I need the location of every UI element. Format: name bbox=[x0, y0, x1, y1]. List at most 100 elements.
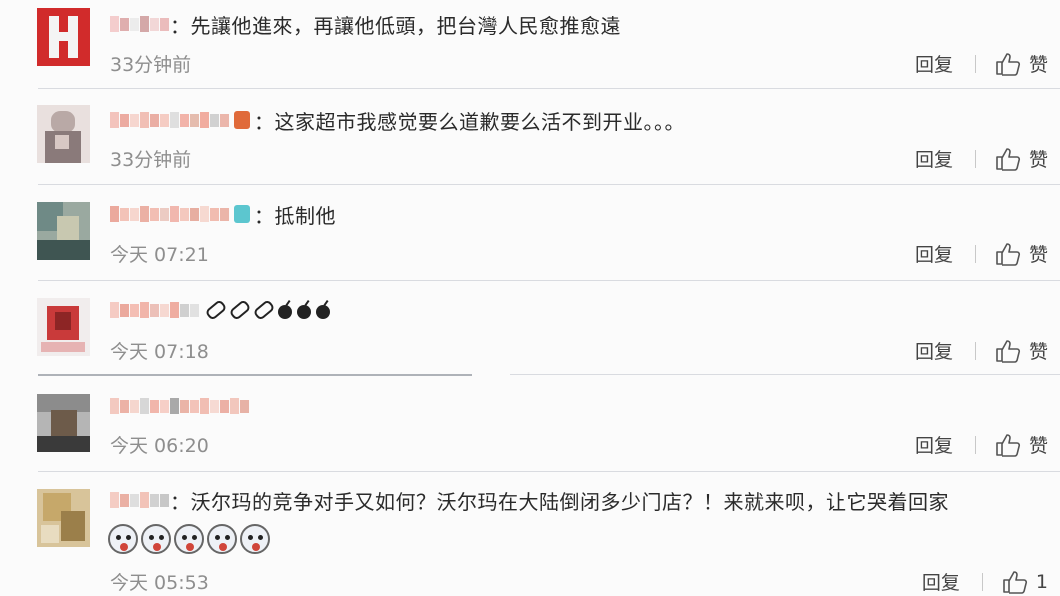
username-blurred[interactable] bbox=[110, 488, 170, 512]
timestamp: 33分钟前 bbox=[110, 54, 192, 76]
divider bbox=[38, 184, 1060, 185]
reply-button[interactable]: 回复 bbox=[915, 240, 953, 267]
comment-actions: 回复 赞 bbox=[915, 337, 1048, 364]
like-button[interactable]: 赞 bbox=[995, 431, 1048, 458]
username-blurred[interactable] bbox=[110, 298, 200, 322]
username-blurred[interactable] bbox=[110, 394, 250, 418]
thumbs-up-icon bbox=[996, 339, 1021, 363]
bomb-emoji-icon bbox=[297, 305, 311, 319]
blurred-username-pixel bbox=[140, 206, 149, 222]
blurred-username-pixel bbox=[200, 398, 209, 414]
blurred-username-pixel bbox=[220, 207, 229, 221]
pill-emoji-icon bbox=[204, 298, 228, 322]
avatar-block bbox=[41, 525, 59, 543]
comment-line: ：沃尔玛的竞争对手又如何？沃尔玛在大陆倒闭多少门店？！来就来呗，让它哭着回家 bbox=[110, 485, 949, 515]
reply-button[interactable]: 回复 bbox=[915, 337, 953, 364]
username-blurred[interactable] bbox=[110, 202, 230, 226]
blurred-username-pixel bbox=[220, 113, 229, 127]
avatar-block bbox=[55, 312, 71, 330]
blurred-username-pixel bbox=[160, 493, 169, 507]
crying-face-emoji-icon bbox=[141, 524, 171, 554]
blurred-username-pixel bbox=[240, 399, 249, 413]
comment-actions: 回复 赞 bbox=[915, 50, 1048, 77]
like-button[interactable]: 1 bbox=[1002, 570, 1048, 594]
blurred-username-pixel bbox=[110, 206, 119, 222]
blurred-username-pixel bbox=[190, 207, 199, 221]
avatar-block bbox=[51, 111, 75, 133]
blurred-username-pixel bbox=[120, 207, 129, 221]
divider bbox=[38, 471, 1060, 472]
blurred-username-pixel bbox=[200, 112, 209, 128]
blurred-username-pixel bbox=[180, 207, 189, 221]
crying-face-emoji-icon bbox=[108, 524, 138, 554]
emoji-row bbox=[108, 524, 273, 554]
separator bbox=[974, 149, 976, 168]
blurred-username-pixel bbox=[170, 206, 179, 222]
blurred-username-pixel bbox=[150, 207, 159, 221]
blurred-username-pixel bbox=[110, 492, 119, 508]
blurred-username-pixel bbox=[170, 398, 179, 414]
blurred-username-pixel bbox=[220, 399, 229, 413]
blurred-username-pixel bbox=[160, 17, 169, 31]
like-button[interactable]: 赞 bbox=[995, 50, 1048, 77]
blurred-username-pixel bbox=[140, 492, 149, 508]
vip-badge-icon bbox=[234, 205, 250, 223]
blurred-username-pixel bbox=[180, 113, 189, 127]
avatar[interactable] bbox=[37, 298, 90, 356]
blurred-username-pixel bbox=[130, 113, 139, 127]
comment-line: ：这家超市我感觉要么道歉要么活不到开业。。。 bbox=[110, 105, 685, 135]
username-blurred[interactable] bbox=[110, 108, 230, 132]
crying-face-emoji-icon bbox=[174, 524, 204, 554]
separator bbox=[974, 244, 976, 263]
vip-badge-icon bbox=[234, 111, 250, 129]
blurred-username-pixel bbox=[190, 113, 199, 127]
blurred-username-pixel bbox=[210, 399, 219, 413]
blurred-username-pixel bbox=[150, 493, 159, 507]
emoji-row bbox=[204, 298, 335, 322]
timestamp: 今天 07:21 bbox=[110, 244, 209, 266]
avatar[interactable] bbox=[37, 8, 90, 66]
like-button[interactable]: 赞 bbox=[995, 240, 1048, 267]
reply-button[interactable]: 回复 bbox=[922, 568, 960, 595]
comment-actions: 回复 1 bbox=[922, 568, 1048, 595]
blurred-username-pixel bbox=[150, 303, 159, 317]
avatar-block bbox=[51, 410, 77, 436]
blurred-username-pixel bbox=[130, 17, 139, 31]
like-label: 赞 bbox=[1028, 435, 1048, 457]
comment-line bbox=[110, 391, 250, 421]
like-label: 赞 bbox=[1028, 341, 1048, 363]
avatar-block bbox=[49, 32, 78, 41]
blurred-username-pixel bbox=[140, 302, 149, 318]
thumbs-up-icon bbox=[996, 147, 1021, 171]
thumbs-up-icon bbox=[996, 433, 1021, 457]
like-button[interactable]: 赞 bbox=[995, 337, 1048, 364]
reply-button[interactable]: 回复 bbox=[915, 145, 953, 172]
blurred-username-pixel bbox=[120, 113, 129, 127]
avatar[interactable] bbox=[37, 394, 90, 452]
blurred-username-pixel bbox=[150, 17, 159, 31]
avatar[interactable] bbox=[37, 202, 90, 260]
pill-emoji-icon bbox=[228, 298, 252, 322]
blurred-username-pixel bbox=[160, 113, 169, 127]
blurred-username-pixel bbox=[170, 302, 179, 318]
reply-button[interactable]: 回复 bbox=[915, 431, 953, 458]
like-count: 1 bbox=[1035, 570, 1048, 593]
blurred-username-pixel bbox=[140, 112, 149, 128]
like-button[interactable]: 赞 bbox=[995, 145, 1048, 172]
divider bbox=[38, 280, 1060, 281]
blurred-username-pixel bbox=[110, 16, 119, 32]
comment-text: ：这家超市我感觉要么道歉要么活不到开业。。。 bbox=[254, 109, 685, 134]
separator bbox=[974, 341, 976, 360]
timestamp: 今天 06:20 bbox=[110, 435, 209, 457]
blurred-username-pixel bbox=[170, 112, 179, 128]
bomb-emoji-icon bbox=[278, 305, 292, 319]
blurred-username-pixel bbox=[210, 207, 219, 221]
avatar-block bbox=[57, 216, 79, 242]
separator bbox=[974, 54, 976, 73]
blurred-username-pixel bbox=[160, 303, 169, 317]
like-label: 赞 bbox=[1028, 244, 1048, 266]
username-blurred[interactable] bbox=[110, 12, 170, 36]
avatar[interactable] bbox=[37, 489, 90, 547]
reply-button[interactable]: 回复 bbox=[915, 50, 953, 77]
avatar[interactable] bbox=[37, 105, 90, 163]
